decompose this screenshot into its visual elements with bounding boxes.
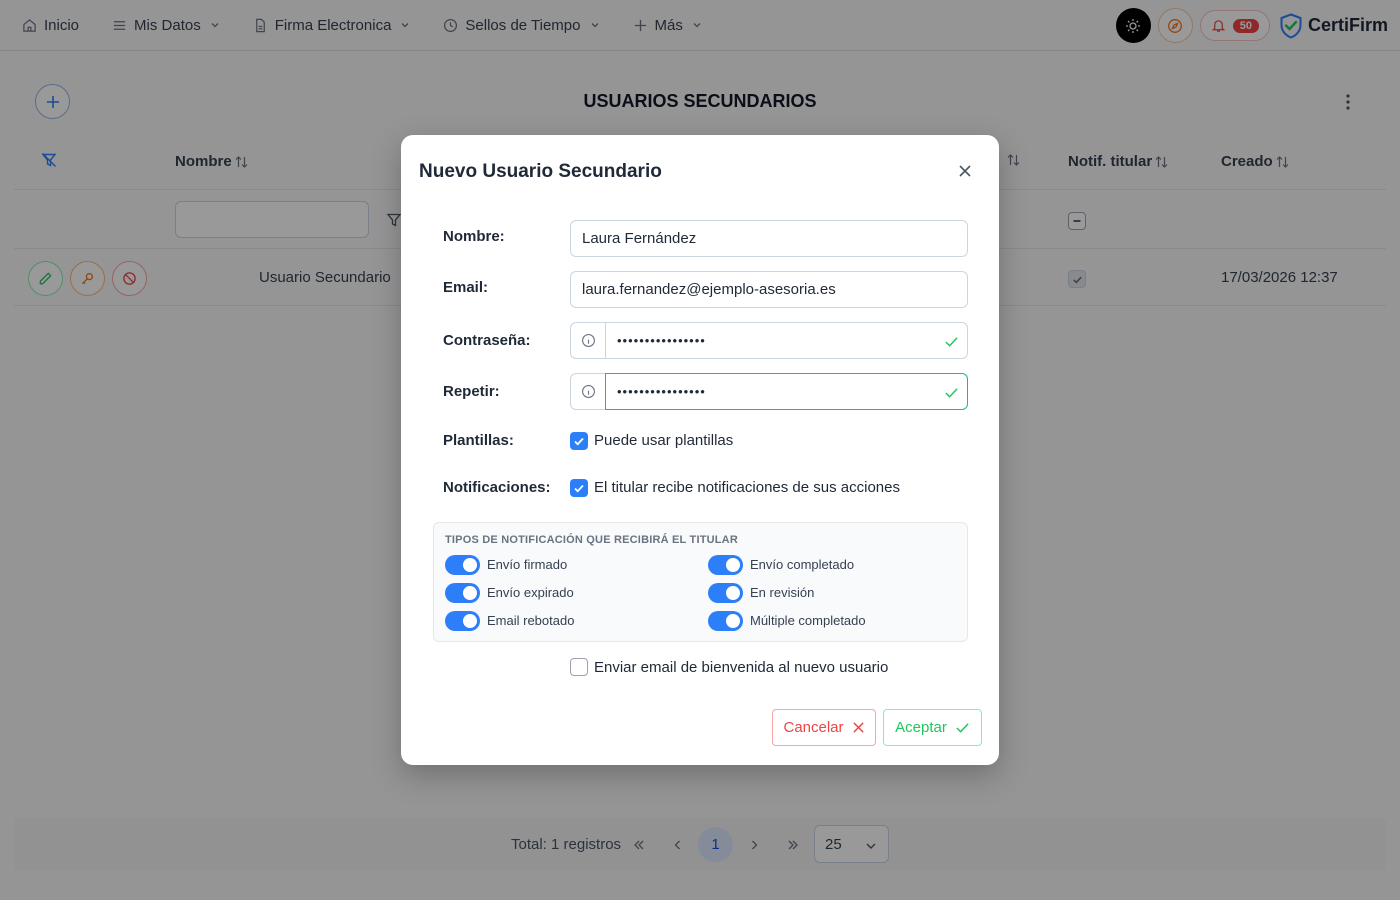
toggle-envio-completado-label: Envío completado (750, 557, 855, 572)
toggle-multiple-completado[interactable] (708, 611, 743, 631)
email-label: Email: (443, 279, 489, 296)
check-icon (956, 723, 969, 733)
notification-types-title: TIPOS DE NOTIFICACIÓN QUE RECIBIRÁ EL TI… (445, 534, 738, 546)
repeat-password-field[interactable]: •••••••••••••••• (605, 373, 968, 410)
dialog-title: Nuevo Usuario Secundario (419, 161, 662, 182)
plantillas-checkbox[interactable] (570, 432, 588, 450)
accept-button[interactable]: Aceptar (883, 709, 982, 746)
check-icon (574, 437, 584, 446)
toggle-envio-completado[interactable] (708, 555, 743, 575)
valid-check-icon (945, 388, 958, 398)
plantillas-checkbox-label: Puede usar plantillas (594, 432, 734, 449)
toggle-en-revision-label: En revisión (750, 585, 815, 600)
password-label: Contraseña: (443, 332, 531, 349)
password-info-button[interactable] (570, 322, 606, 359)
plantillas-label: Plantillas: (443, 432, 514, 449)
toggle-envio-expirado[interactable] (445, 583, 480, 603)
info-icon (582, 385, 595, 398)
notificaciones-label: Notificaciones: (443, 479, 551, 496)
close-dialog-button[interactable] (951, 157, 979, 185)
toggle-envio-expirado-label: Envío expirado (487, 585, 574, 600)
valid-check-icon (945, 337, 958, 347)
password-value: •••••••••••••••• (617, 333, 706, 348)
check-icon (574, 484, 584, 493)
welcome-email-label: Enviar email de bienvenida al nuevo usua… (594, 659, 889, 676)
toggle-email-rebotado[interactable] (445, 611, 480, 631)
cancel-button[interactable]: Cancelar (772, 709, 876, 746)
cancel-button-label: Cancelar (783, 719, 844, 736)
repeat-info-button[interactable] (570, 373, 606, 410)
nombre-label: Nombre: (443, 228, 505, 245)
info-icon (582, 334, 595, 347)
repeat-password-value: •••••••••••••••• (617, 384, 706, 399)
toggle-multiple-completado-label: Múltiple completado (750, 613, 866, 628)
nombre-field[interactable]: Laura Fernández (570, 220, 968, 257)
toggle-envio-firmado-label: Envío firmado (487, 557, 568, 572)
new-secondary-user-dialog: Nuevo Usuario Secundario Nombre: Laura F… (401, 135, 999, 765)
repeat-label: Repetir: (443, 383, 500, 400)
close-icon (959, 165, 971, 177)
notification-types-panel: TIPOS DE NOTIFICACIÓN QUE RECIBIRÁ EL TI… (433, 522, 968, 642)
toggle-email-rebotado-label: Email rebotado (487, 613, 575, 628)
welcome-email-checkbox[interactable] (570, 658, 588, 676)
accept-button-label: Aceptar (895, 719, 947, 736)
notificaciones-checkbox[interactable] (570, 479, 588, 497)
toggle-en-revision[interactable] (708, 583, 743, 603)
password-field[interactable]: •••••••••••••••• (605, 322, 968, 359)
password-group: •••••••••••••••• (570, 322, 968, 359)
close-icon (852, 722, 864, 733)
email-field[interactable]: laura.fernandez@ejemplo-asesoria.es (570, 271, 968, 308)
notificaciones-checkbox-label: El titular recibe notificaciones de sus … (594, 479, 900, 496)
repeat-password-group: •••••••••••••••• (570, 373, 968, 410)
toggle-envio-firmado[interactable] (445, 555, 480, 575)
